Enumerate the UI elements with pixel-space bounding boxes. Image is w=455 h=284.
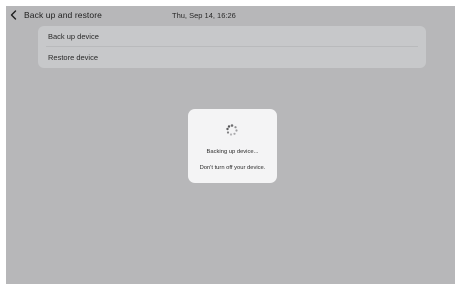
loading-spinner-icon bbox=[226, 124, 238, 136]
restore-device-label: Restore device bbox=[48, 53, 99, 62]
date-time-display: Thu, Sep 14, 16:26 bbox=[172, 11, 236, 20]
restore-device-item[interactable]: Restore device bbox=[38, 47, 426, 67]
backup-progress-dialog: Backing up device... Don't turn off your… bbox=[188, 109, 277, 183]
back-button[interactable]: Back up and restore bbox=[8, 9, 102, 21]
chevron-left-icon bbox=[10, 10, 17, 20]
backup-status-text: Backing up device... bbox=[206, 149, 259, 155]
backup-warning-text: Don't turn off your device. bbox=[199, 165, 266, 171]
options-list: Back up device Restore device bbox=[38, 26, 426, 68]
backup-restore-screen: Back up and restore Thu, Sep 14, 16:26 B… bbox=[6, 6, 455, 284]
top-bar: Back up and restore Thu, Sep 14, 16:26 bbox=[6, 6, 455, 26]
back-up-device-item[interactable]: Back up device bbox=[38, 26, 426, 46]
page-title: Back up and restore bbox=[24, 10, 102, 20]
back-up-device-label: Back up device bbox=[48, 32, 99, 41]
